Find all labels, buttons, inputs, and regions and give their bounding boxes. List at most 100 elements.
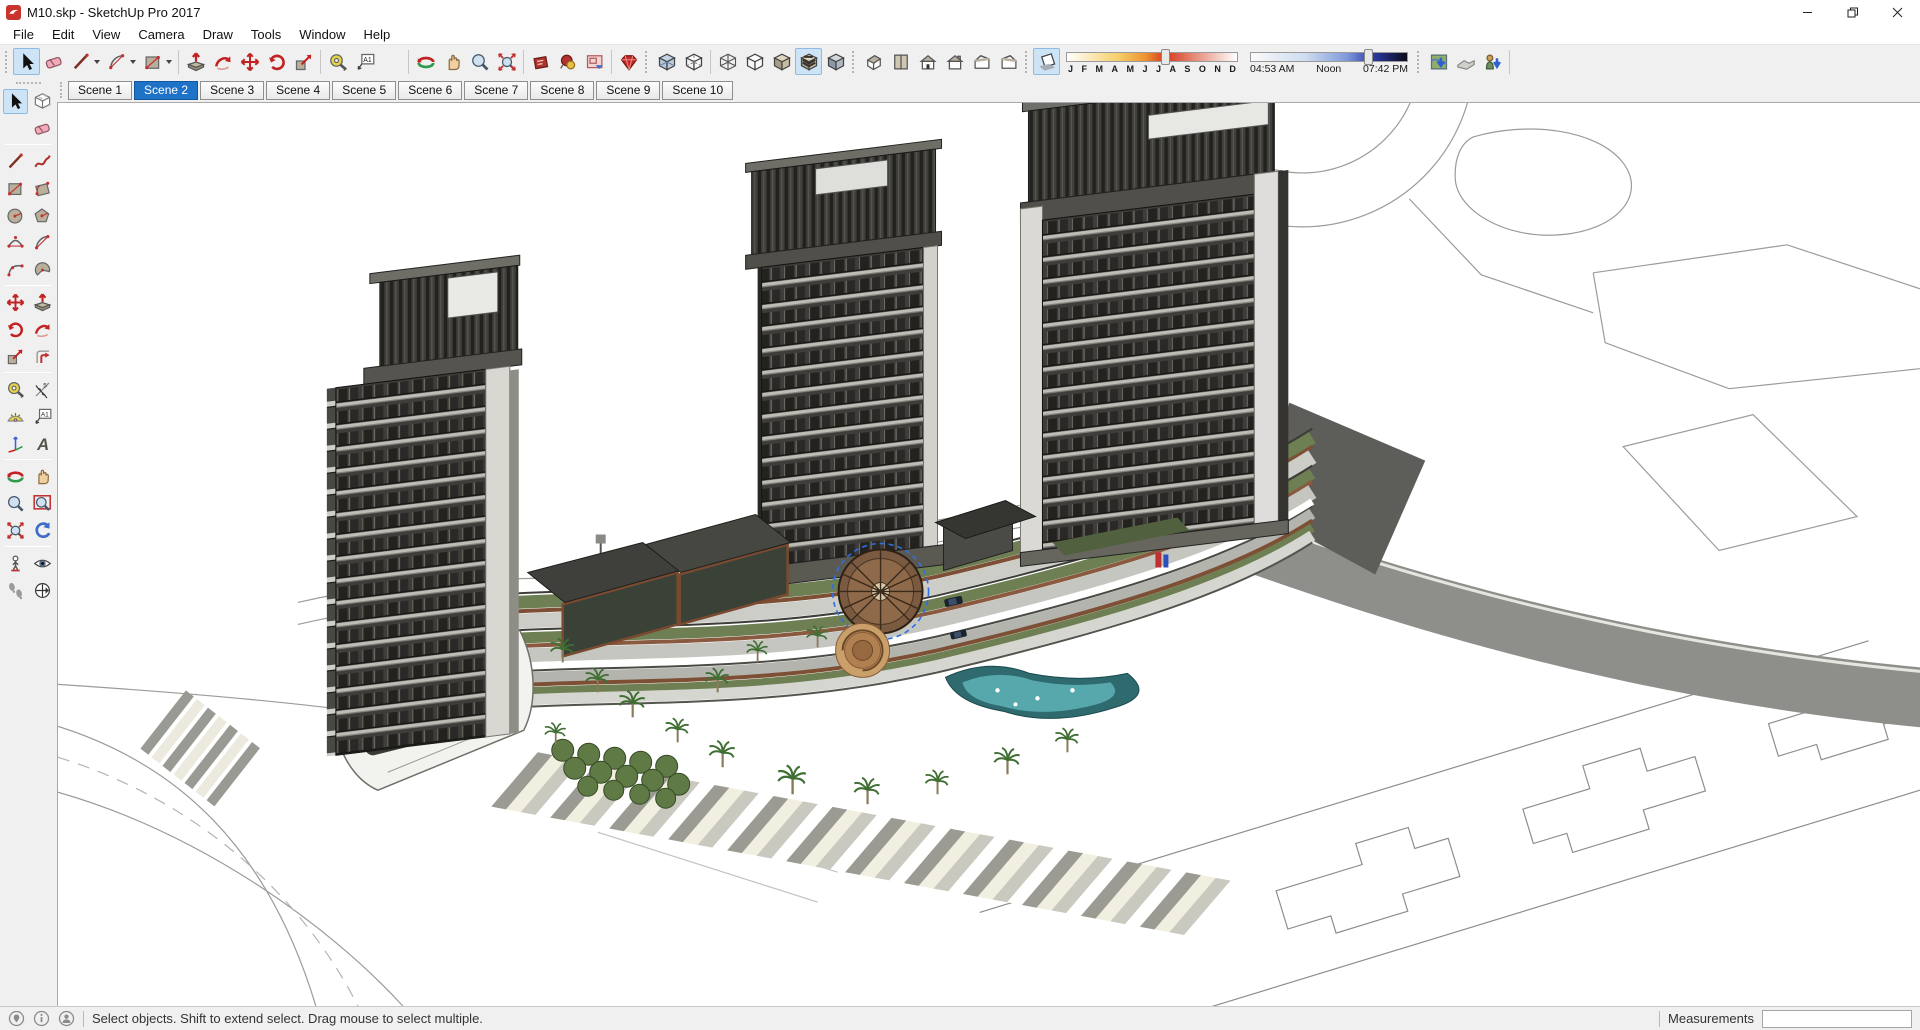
follow-me-tool[interactable] [30, 317, 55, 342]
eraser-tool[interactable] [30, 116, 55, 141]
menu-help[interactable]: Help [355, 26, 400, 43]
extension-c-button[interactable] [581, 48, 608, 75]
make-component-tool[interactable] [30, 89, 55, 114]
menu-draw[interactable]: Draw [194, 26, 242, 43]
zoom-window-tool[interactable] [30, 491, 55, 516]
wireframe-button[interactable] [714, 48, 741, 75]
protractor-tool[interactable] [3, 404, 28, 429]
tape-measure-button[interactable] [324, 48, 351, 75]
x-ray-button[interactable] [653, 48, 680, 75]
menu-camera[interactable]: Camera [129, 26, 193, 43]
arc-button[interactable] [103, 48, 130, 75]
line-tool[interactable] [3, 149, 28, 174]
tab-scene-6[interactable]: Scene 6 [398, 80, 463, 100]
tab-scene-9[interactable]: Scene 9 [596, 80, 661, 100]
zoom-tool[interactable] [3, 491, 28, 516]
menu-view[interactable]: View [83, 26, 129, 43]
shaded-with-textures-button[interactable] [795, 48, 822, 75]
tab-scene-2[interactable]: Scene 2 [134, 80, 199, 100]
right-view-button[interactable] [995, 48, 1022, 75]
sign-in-icon[interactable] [58, 1010, 75, 1027]
tower-left[interactable] [326, 254, 523, 757]
back-view-button[interactable] [941, 48, 968, 75]
tab-scene-8[interactable]: Scene 8 [530, 80, 595, 100]
eraser-button[interactable] [40, 48, 67, 75]
rectangle-button[interactable] [139, 48, 166, 75]
arc-tool[interactable] [30, 230, 55, 255]
pie-tool[interactable] [30, 257, 55, 282]
shadow-date-slider[interactable]: JFMAMJJASOND [1066, 48, 1238, 76]
model-scene[interactable] [58, 103, 1920, 1006]
maximize-button[interactable] [1830, 0, 1875, 24]
tower-middle[interactable] [745, 138, 945, 589]
polygon-tool[interactable] [30, 203, 55, 228]
line-button[interactable] [67, 48, 94, 75]
3d-text-tool[interactable]: A [30, 431, 55, 456]
orbit-tool[interactable] [3, 464, 28, 489]
text-button[interactable]: A1 [351, 48, 378, 75]
section-plane-tool[interactable] [30, 578, 55, 603]
menu-edit[interactable]: Edit [43, 26, 83, 43]
three-point-arc-tool[interactable] [3, 257, 28, 282]
paint-bucket-tool[interactable] [3, 116, 28, 141]
hidden-line-button[interactable] [741, 48, 768, 75]
rotate-button[interactable] [263, 48, 290, 75]
push-pull-tool[interactable] [30, 290, 55, 315]
menu-file[interactable]: File [4, 26, 43, 43]
dimensions-tool[interactable]: 5 [30, 377, 55, 402]
paint-bucket-button[interactable] [378, 48, 405, 75]
extension-b-button[interactable] [554, 48, 581, 75]
move-tool[interactable] [3, 290, 28, 315]
rectangle-tool[interactable] [3, 176, 28, 201]
circle-tool[interactable] [3, 203, 28, 228]
tape-measure-tool[interactable] [3, 377, 28, 402]
tab-scene-10[interactable]: Scene 10 [662, 80, 734, 100]
two-point-arc-tool[interactable] [3, 230, 28, 255]
line-dropdown-arrow[interactable] [94, 59, 100, 64]
pan-tool[interactable] [30, 464, 55, 489]
front-view-button[interactable] [914, 48, 941, 75]
shaded-button[interactable] [768, 48, 795, 75]
scale-tool[interactable] [3, 344, 28, 369]
axes-tool[interactable] [3, 431, 28, 456]
zoom-button[interactable] [466, 48, 493, 75]
menu-window[interactable]: Window [290, 26, 354, 43]
monochrome-button[interactable] [822, 48, 849, 75]
photo-textures-button[interactable] [1479, 48, 1506, 75]
tab-scene-4[interactable]: Scene 4 [266, 80, 331, 100]
select-tool[interactable] [2, 89, 28, 114]
top-view-button[interactable] [887, 48, 914, 75]
freehand-tool[interactable] [30, 149, 55, 174]
add-location-button[interactable] [1425, 48, 1452, 75]
minimize-button[interactable] [1785, 0, 1830, 24]
iso-view-button[interactable] [860, 48, 887, 75]
position-camera-tool[interactable] [3, 551, 28, 576]
close-button[interactable] [1875, 0, 1920, 24]
back-edges-button[interactable] [680, 48, 707, 75]
scale-button[interactable] [290, 48, 317, 75]
select-button[interactable] [13, 48, 40, 75]
rotate-tool[interactable] [3, 317, 28, 342]
left-view-button[interactable] [968, 48, 995, 75]
claim-credit-icon[interactable] [33, 1010, 50, 1027]
push-pull-button[interactable] [182, 48, 209, 75]
toggle-terrain-button[interactable] [1452, 48, 1479, 75]
menu-tools[interactable]: Tools [242, 26, 290, 43]
zoom-extents-tool[interactable] [3, 518, 28, 543]
follow-me-button[interactable] [209, 48, 236, 75]
tab-scene-5[interactable]: Scene 5 [332, 80, 397, 100]
orbit-button[interactable] [412, 48, 439, 75]
tab-scene-7[interactable]: Scene 7 [464, 80, 529, 100]
rectangle-dropdown-arrow[interactable] [166, 59, 172, 64]
pan-button[interactable] [439, 48, 466, 75]
extension-a-button[interactable] [527, 48, 554, 75]
move-button[interactable] [236, 48, 263, 75]
geolocate-icon[interactable] [8, 1010, 25, 1027]
look-around-tool[interactable] [30, 551, 55, 576]
ruby-extension-button[interactable] [615, 48, 642, 75]
previous-tool[interactable] [30, 518, 55, 543]
measurements-input[interactable] [1762, 1009, 1912, 1028]
date-slider-thumb[interactable] [1160, 48, 1170, 65]
viewport-3d-model[interactable] [57, 102, 1920, 1006]
offset-tool[interactable] [30, 344, 55, 369]
